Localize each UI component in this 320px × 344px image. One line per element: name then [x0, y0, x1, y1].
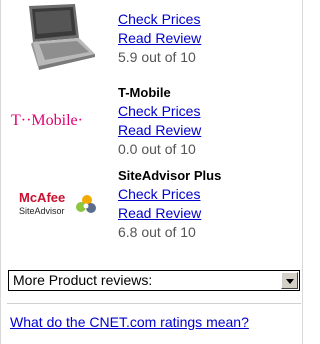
product-item: T··Mobile· T-Mobile Check Prices Read Re…	[1, 80, 301, 160]
check-prices-link[interactable]: Check Prices	[118, 185, 221, 204]
svg-text:SiteAdvisor: SiteAdvisor	[19, 206, 65, 216]
rating-text: 6.8 out of 10	[118, 224, 196, 240]
product-info: T-Mobile Check Prices Read Review 0.0 ou…	[118, 83, 201, 159]
reviews-panel: Check Prices Read Review 5.9 out of 10 T…	[0, 0, 303, 344]
product-item: McAfee SiteAdvisor SiteAdvisor Plus Chec…	[1, 163, 301, 243]
more-reviews-value: More Product reviews:	[13, 272, 153, 288]
read-review-link[interactable]: Read Review	[118, 29, 201, 48]
divider	[7, 303, 301, 304]
read-review-link[interactable]: Read Review	[118, 204, 221, 223]
dropdown-button[interactable]	[281, 272, 298, 289]
product-name: T-Mobile	[118, 85, 171, 100]
read-review-link[interactable]: Read Review	[118, 121, 201, 140]
laptop-icon[interactable]	[15, 4, 97, 73]
mcafee-logo[interactable]: McAfee SiteAdvisor	[11, 185, 103, 228]
svg-text:McAfee: McAfee	[19, 190, 65, 205]
svg-text:T··Mobile·: T··Mobile·	[11, 112, 83, 129]
rating-text: 0.0 out of 10	[118, 141, 196, 157]
check-prices-link[interactable]: Check Prices	[118, 102, 201, 121]
more-reviews-select[interactable]: More Product reviews:	[8, 270, 300, 291]
product-info: SiteAdvisor Plus Check Prices Read Revie…	[118, 166, 221, 242]
product-name: SiteAdvisor Plus	[118, 168, 222, 183]
chevron-down-icon	[286, 279, 294, 284]
ratings-info-link[interactable]: What do the CNET.com ratings mean?	[10, 314, 249, 330]
tmobile-logo[interactable]: T··Mobile·	[11, 110, 107, 133]
rating-text: 5.9 out of 10	[118, 49, 196, 65]
product-item: Check Prices Read Review 5.9 out of 10	[1, 0, 301, 75]
product-info: Check Prices Read Review 5.9 out of 10	[118, 10, 201, 67]
check-prices-link[interactable]: Check Prices	[118, 10, 201, 29]
